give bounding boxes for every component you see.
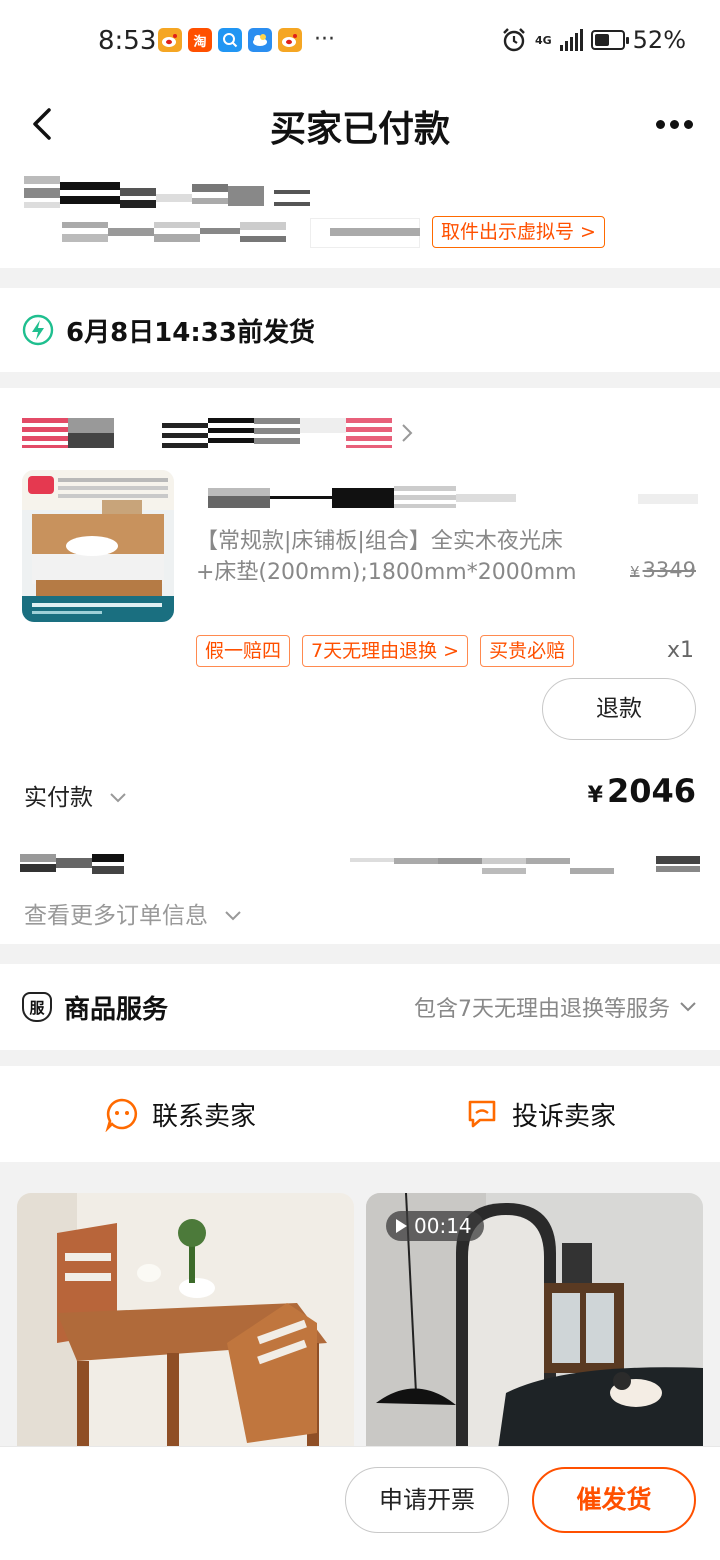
search-app-icon — [218, 28, 242, 52]
paid-label: 实付款 — [24, 785, 93, 811]
original-price: ¥3349 — [630, 558, 696, 582]
weibo-icon — [278, 28, 302, 52]
video-duration: 00:14 — [414, 1214, 472, 1238]
virtual-number-button[interactable]: 取件出示虚拟号 > — [432, 216, 605, 248]
more-dots-icon — [655, 119, 665, 129]
service-detail: 包含7天无理由退换等服务 — [414, 997, 670, 1022]
status-right: 4G 52% — [501, 26, 686, 54]
alarm-icon — [503, 28, 525, 52]
chevron-down-icon — [225, 911, 242, 921]
recommended-product-video[interactable]: 00:14 — [366, 1193, 703, 1463]
quantity: x1 — [666, 638, 694, 663]
contact-seller-button[interactable]: 联系卖家 — [0, 1096, 360, 1133]
chevron-down-icon — [110, 793, 127, 803]
shipping-deadline: 6月8日14:33前发货 — [66, 317, 315, 348]
paid-label-toggle[interactable]: 实付款 — [24, 778, 128, 812]
order-card: 【常规款|床铺板|组合】全实木夜光床+床垫(200mm);1800mm*2000… — [0, 388, 720, 944]
network-type: 4G — [534, 33, 552, 47]
contact-card: 联系卖家 投诉卖家 — [0, 1066, 720, 1162]
status-time: 8:53 — [98, 26, 157, 56]
chevron-down-icon — [680, 1002, 696, 1012]
product-image[interactable] — [22, 470, 174, 622]
bottom-action-bar: 申请开票 催发货 — [0, 1446, 720, 1560]
product-description[interactable]: 【常规款|床铺板|组合】全实木夜光床+床垫(200mm);1800mm*2000… — [196, 526, 596, 588]
battery-icon — [590, 30, 629, 50]
taobao-icon: 淘 — [188, 28, 212, 52]
tag-fake-compensation[interactable]: 假一赔四 — [196, 635, 291, 667]
redacted-order-info — [20, 854, 700, 878]
contact-seller-label: 联系卖家 — [151, 1101, 256, 1132]
more-order-info-label: 查看更多订单信息 — [24, 903, 208, 929]
weather-icon — [248, 28, 272, 52]
page-title: 买家已付款 — [269, 109, 450, 150]
redacted-address-detail — [62, 218, 422, 248]
shipping-card: 6月8日14:33前发货 — [0, 288, 720, 372]
service-title: 商品服务 — [64, 994, 169, 1025]
complain-seller-label: 投诉卖家 — [511, 1101, 616, 1132]
redacted-shop-name[interactable] — [22, 418, 414, 448]
paid-amount: ¥2046 — [587, 772, 696, 810]
notification-icons: 淘 ··· — [158, 28, 335, 52]
complain-seller-button[interactable]: 投诉卖家 — [360, 1096, 720, 1133]
apply-invoice-button[interactable]: 申请开票 — [345, 1467, 509, 1533]
guarantee-tags: 假一赔四 7天无理由退换 > 买贵必赔 — [196, 635, 575, 667]
more-options-button[interactable] — [652, 106, 696, 142]
battery-percent: 52% — [632, 26, 686, 54]
page-header: 买家已付款 — [0, 84, 720, 164]
service-card[interactable]: 服 商品服务 包含7天无理由退换等服务 — [0, 964, 720, 1050]
signal-icon — [559, 29, 583, 51]
lightning-icon — [22, 314, 54, 346]
recommended-product-table[interactable] — [17, 1193, 354, 1463]
tag-7day-return[interactable]: 7天无理由退换 > — [302, 635, 469, 667]
service-badge-icon: 服 — [22, 992, 52, 1022]
complaint-icon — [468, 1100, 496, 1128]
play-icon — [396, 1219, 407, 1233]
urge-shipment-button[interactable]: 催发货 — [532, 1467, 696, 1533]
weibo-icon — [158, 28, 182, 52]
more-notifications: ··· — [314, 27, 335, 52]
chat-smile-icon — [105, 1098, 138, 1132]
redacted-product-title — [208, 484, 698, 512]
redacted-address-name — [24, 174, 314, 208]
refund-button[interactable]: 退款 — [542, 678, 696, 740]
chevron-right-icon — [402, 424, 413, 442]
status-bar: 8:53 淘 ··· 4G 52% — [0, 0, 720, 84]
address-card[interactable]: 取件出示虚拟号 > — [0, 164, 720, 268]
video-duration-badge: 00:14 — [386, 1211, 484, 1241]
more-order-info-toggle[interactable]: 查看更多订单信息 — [24, 896, 243, 930]
tag-price-guarantee[interactable]: 买贵必赔 — [480, 635, 575, 667]
